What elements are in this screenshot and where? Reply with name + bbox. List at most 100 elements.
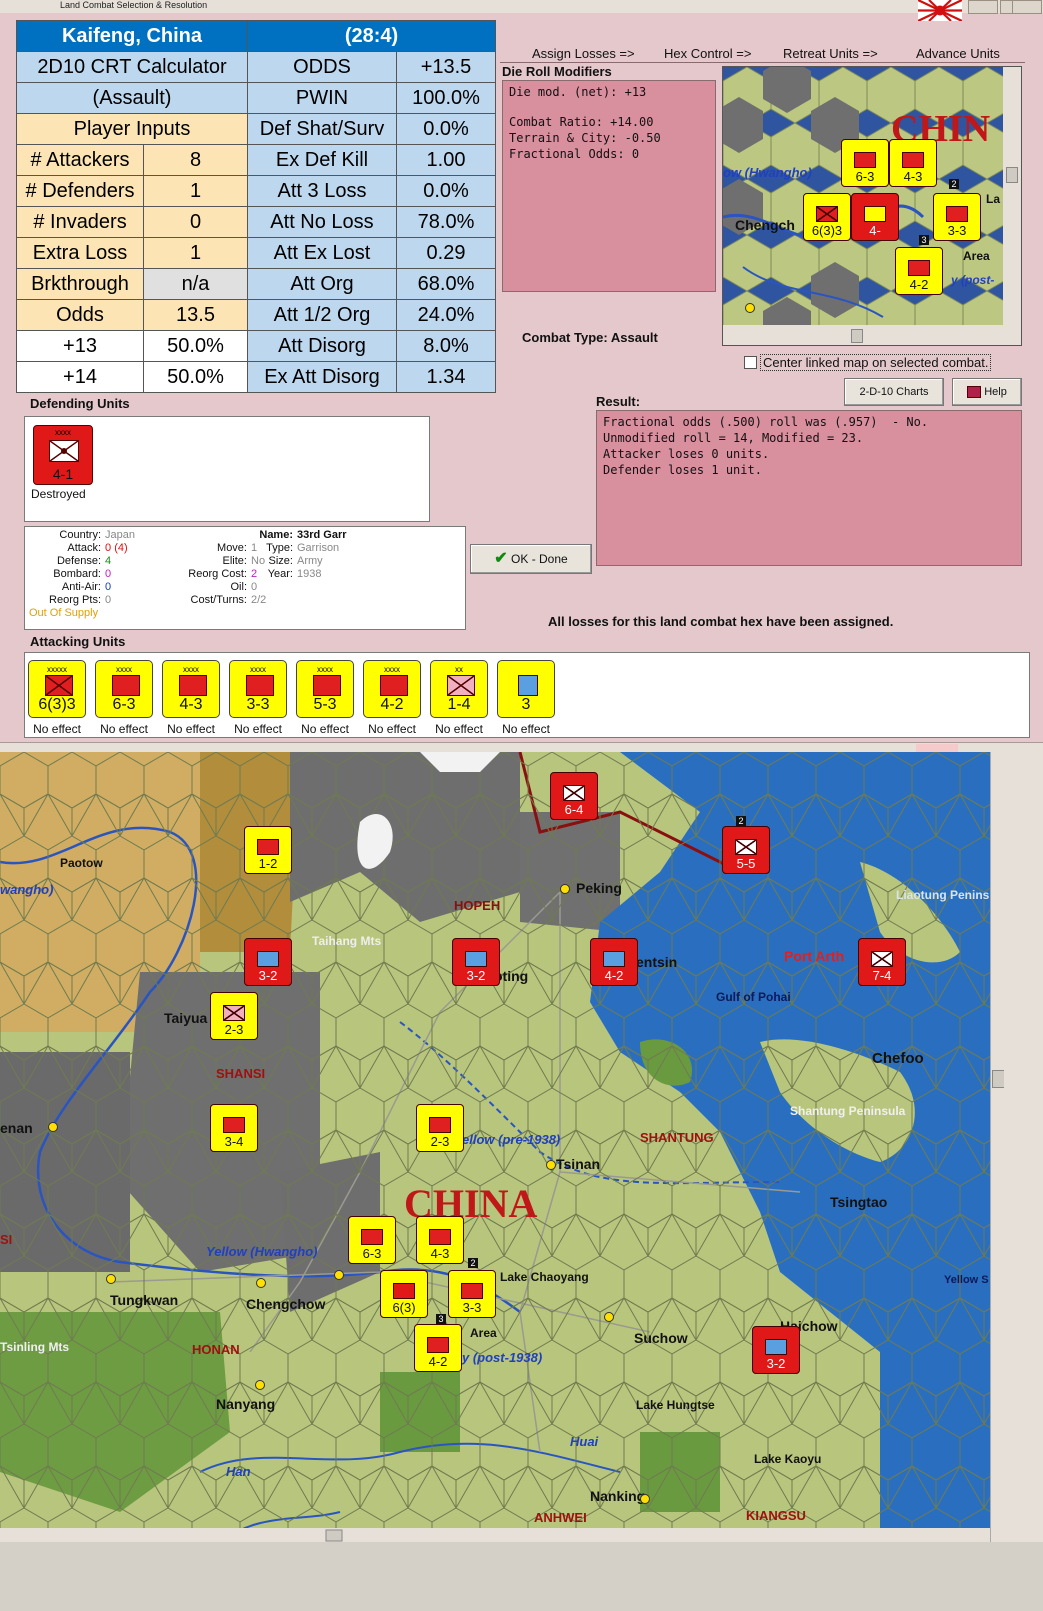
info-label: Reorg Pts: <box>49 594 101 606</box>
mini-map-unit[interactable]: 3-3 <box>933 193 981 241</box>
mini-map-post-label: y (post- <box>951 273 995 287</box>
crt-right-value: +13.5 <box>396 51 496 83</box>
map-unit[interactable]: 4-3 <box>416 1216 464 1264</box>
crt-subtitle: (Assault) <box>16 82 248 114</box>
mini-map-selected-unit[interactable]: 4- <box>851 193 899 241</box>
mech-symbol-icon <box>908 260 930 276</box>
mini-map-unit[interactable]: 6-3 <box>841 139 889 187</box>
defending-unit[interactable]: xxxx 4-1 <box>33 425 93 485</box>
die-roll-line: Fractional Odds: 0 <box>509 147 640 161</box>
attackers-input[interactable]: 8 <box>143 144 248 176</box>
map-unit[interactable]: 3-2 <box>452 938 500 986</box>
unit-symbol-icon <box>429 1229 451 1245</box>
mini-map-stack-count: 2 <box>949 179 959 189</box>
map-unit[interactable]: 4-2 <box>414 1324 462 1372</box>
invaders-input[interactable]: 0 <box>143 206 248 238</box>
map-unit[interactable]: 3-2 <box>752 1326 800 1374</box>
city-marker-icon <box>255 1380 265 1390</box>
crt-title: 2D10 CRT Calculator <box>16 51 248 83</box>
info-label: Name: <box>259 529 293 541</box>
unit-effect: No effect <box>100 722 148 736</box>
info-size: Army <box>297 555 323 567</box>
map-label-anhwei: ANHWEI <box>534 1510 587 1525</box>
mini-map-unit[interactable]: 4-3 <box>889 139 937 187</box>
map-unit[interactable]: 4-2 <box>590 938 638 986</box>
attacking-unit[interactable]: 3 <box>497 660 555 718</box>
map-v-scrollbar[interactable] <box>990 752 1005 1542</box>
explosion-icon <box>864 206 886 222</box>
unit-strength: 4-3 <box>430 1246 450 1261</box>
unit-size-label: xxxx <box>250 665 266 674</box>
unit-effect: No effect <box>167 722 215 736</box>
map-side-frame <box>1004 752 1043 1552</box>
infantry-symbol-icon <box>179 675 207 696</box>
stack-count-badge: 2 <box>736 816 746 826</box>
unit-strength: 1-2 <box>258 856 278 871</box>
crt-right-label: Def Shat/Surv <box>247 113 397 145</box>
crt-right-label: Att 1/2 Org <box>247 299 397 331</box>
map-unit[interactable]: 6-3 <box>348 1216 396 1264</box>
ok-done-label: OK - Done <box>511 552 568 566</box>
step-assign-losses[interactable]: Assign Losses => <box>532 46 635 61</box>
mini-map[interactable]: CHIN ow (Hwangho) Chengch Area y (post- … <box>722 66 1022 346</box>
map-label-yellow-sea: Yellow S <box>944 1274 989 1286</box>
infantry-symbol-icon <box>902 152 924 168</box>
map-unit[interactable]: 6-4 <box>550 772 598 820</box>
mini-map-unit[interactable]: 4-2 <box>895 247 943 295</box>
unit-strength: 5-5 <box>736 856 756 871</box>
map-label-yenan: enan <box>0 1120 33 1136</box>
map-unit[interactable]: 3-3 <box>448 1270 496 1318</box>
map-label-nanyang: Nanyang <box>216 1396 276 1412</box>
step-advance-units[interactable]: Advance Units <box>916 46 1000 61</box>
minimize-button[interactable] <box>968 0 998 14</box>
city-marker-icon <box>640 1494 650 1504</box>
dialog-title: Land Combat Selection & Resolution <box>60 0 208 10</box>
unit-effect: No effect <box>435 722 483 736</box>
map-label-han: Han <box>226 1464 251 1479</box>
crt-right-value: 78.0% <box>396 206 496 238</box>
help-button[interactable]: Help <box>952 378 1022 406</box>
attacking-unit[interactable]: xxxx 4-3 <box>162 660 220 718</box>
extra-loss-input[interactable]: 1 <box>143 237 248 269</box>
ok-done-button[interactable]: ✔ OK - Done <box>470 544 592 574</box>
attacking-unit[interactable]: xx 1-4 <box>430 660 488 718</box>
map-label-hopeh: HOPEH <box>454 898 501 913</box>
unit-info-panel: Country: Attack: Defense: Bombard: Anti-… <box>24 526 466 630</box>
attacking-unit[interactable]: xxxx 4-2 <box>363 660 421 718</box>
breakthrough-input[interactable]: n/a <box>143 268 248 300</box>
unit-strength: 7-4 <box>872 968 892 983</box>
map-unit[interactable]: 3-4 <box>210 1104 258 1152</box>
close-button[interactable] <box>1012 0 1042 14</box>
strategic-map[interactable]: Paotow wangho) Peking HOPEH Taihang Mts … <box>0 752 990 1542</box>
attacking-unit[interactable]: xxxx 3-3 <box>229 660 287 718</box>
map-label-paotow: Paotow <box>60 856 103 870</box>
unit-effect: No effect <box>502 722 550 736</box>
map-unit[interactable]: 7-4 <box>858 938 906 986</box>
rising-sun-flag-icon <box>917 0 963 22</box>
attacking-unit[interactable]: xxxx 6-3 <box>95 660 153 718</box>
step-hex-control[interactable]: Hex Control => <box>664 46 751 61</box>
infantry-symbol-icon <box>854 152 876 168</box>
map-unit[interactable]: 5-5 <box>722 826 770 874</box>
map-unit[interactable]: 2-3 <box>416 1104 464 1152</box>
map-selected-combat-unit[interactable]: 6(3) <box>380 1270 428 1318</box>
map-label-liaotung: Liaotung Penins <box>896 888 990 902</box>
unit-symbol-icon <box>223 1005 245 1021</box>
map-unit[interactable]: 1-2 <box>244 826 292 874</box>
unit-strength: 3-3 <box>246 696 270 713</box>
attacking-unit[interactable]: xxxx 5-3 <box>296 660 354 718</box>
map-unit[interactable]: 2-3 <box>210 992 258 1040</box>
crt-right-label: Att Disorg <box>247 330 397 362</box>
mini-map-v-scroll-thumb[interactable] <box>1006 167 1018 183</box>
result-line: Defender loses 1 unit. <box>603 463 762 477</box>
crt-right-label: ODDS <box>247 51 397 83</box>
attacking-unit[interactable]: xxxxx 6(3)3 <box>28 660 86 718</box>
mini-map-h-scroll-thumb[interactable] <box>851 329 863 343</box>
map-unit[interactable]: 3-2 <box>244 938 292 986</box>
map-label-yellow-post: y (post-1938) <box>462 1350 543 1365</box>
step-retreat-units[interactable]: Retreat Units => <box>783 46 878 61</box>
mini-map-unit[interactable]: 6(3)3 <box>803 193 851 241</box>
charts-button[interactable]: 2-D-10 Charts <box>844 378 944 406</box>
center-map-checkbox[interactable] <box>744 356 757 369</box>
defenders-input[interactable]: 1 <box>143 175 248 207</box>
